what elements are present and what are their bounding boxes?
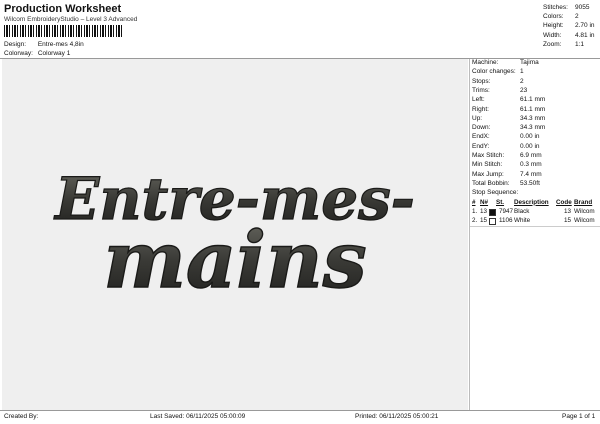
design-value: Entre-mes 4,8in xyxy=(37,41,84,48)
stop-sequence-title: Stop Sequence: xyxy=(472,189,519,197)
production-worksheet: Production Worksheet Wilcom EmbroiderySt… xyxy=(0,0,600,424)
stop-sequence-header: # N# St. Description Code Brand xyxy=(472,198,593,206)
stat-height: Height: 2.70 in xyxy=(543,22,595,30)
prop-max-jump: Max Jump: 7.4 mm xyxy=(472,170,542,178)
prop-max-stitch: Max Stitch: 6.9 mm xyxy=(472,152,542,159)
prop-min-stitch: Min Stitch: 0.3 mm xyxy=(472,161,542,169)
colorway-value: Colorway 1 xyxy=(37,50,71,57)
prop-total-bobbin: Total Bobbin: 53.50ft xyxy=(472,179,540,187)
prop-down: Down: 34.3 mm xyxy=(472,124,546,132)
stat-width: Width: 4.81 in xyxy=(543,31,595,39)
prop-up: Up: 34.3 mm xyxy=(472,114,546,122)
prop-trims: Trims: 23 xyxy=(472,86,528,94)
prop-endx: EndX: 0.00 in xyxy=(472,133,540,141)
thread-swatch-black xyxy=(489,208,496,216)
colorway-row: Colorway: Colorway 1 xyxy=(4,50,70,57)
design-preview: Entre-mes- mains xyxy=(2,59,468,410)
prop-stops: Stops: 2 xyxy=(472,77,524,85)
last-saved: Last Saved: 06/11/2025 05:00:09 xyxy=(150,413,246,420)
design-artwork: Entre-mes- mains xyxy=(53,164,416,306)
stat-stitches: Stitches: 9055 xyxy=(543,4,590,11)
stat-colors: Colors: 2 xyxy=(543,13,579,21)
worksheet-title: Production Worksheet xyxy=(4,3,122,15)
prop-left: Left: 61.1 mm xyxy=(472,96,546,104)
barcode xyxy=(4,25,124,37)
table-row: 1. 13 7947 Black 13 Wilcom xyxy=(472,207,595,216)
printed-date: Printed: 06/11/2025 05:00:21 xyxy=(355,413,439,420)
prop-color-changes: Color changes: 1 xyxy=(472,68,524,76)
design-row: Design: Entre-mes 4,8in xyxy=(4,41,84,48)
stat-zoom: Zoom: 1:1 xyxy=(543,40,585,48)
prop-machine: Machine: Tajima xyxy=(472,59,539,66)
thread-swatch-white xyxy=(489,217,496,225)
table-row: 2. 15 1106 White 15 Wilcom xyxy=(472,216,595,225)
prop-endy: EndY: 0.00 in xyxy=(472,142,540,150)
colorway-label: Colorway: xyxy=(4,50,33,57)
software-name: Wilcom EmbroideryStudio – Level 3 Advanc… xyxy=(4,16,138,23)
footer-divider xyxy=(0,410,600,411)
prop-right: Right: 61.1 mm xyxy=(472,105,546,113)
design-text-line2: mains xyxy=(103,215,366,306)
design-label: Design: xyxy=(4,41,27,48)
panel-divider xyxy=(470,226,600,227)
page-number: Page 1 of 1 xyxy=(562,413,596,420)
stats-summary: Stitches: 9055 Colors: 2 Height: 2.70 in Wi… xyxy=(543,3,595,49)
created-by: Created By: xyxy=(4,413,39,420)
properties-panel: Machine: Tajima Color changes: 1 Stops: 2 T… xyxy=(469,59,600,410)
